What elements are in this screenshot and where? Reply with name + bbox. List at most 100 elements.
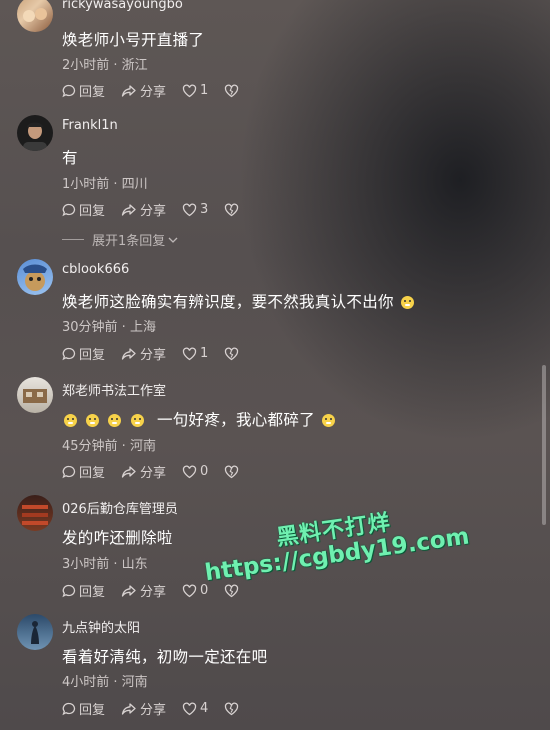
emoji-icon [130, 414, 144, 427]
dislike-button[interactable] [224, 465, 242, 479]
comment-actions: 回复 分享 1 [62, 344, 258, 363]
reply-icon [62, 465, 76, 478]
comment-username[interactable]: 九点钟的太阳 [62, 617, 140, 636]
comment-meta: 30分钟前 · 上海 [62, 320, 156, 335]
dislike-button[interactable] [224, 702, 242, 716]
emoji-icon [401, 296, 415, 309]
emoji-icon [86, 414, 100, 427]
expand-replies-button[interactable]: 展开1条回复 [62, 230, 179, 249]
share-label: 分享 [140, 585, 167, 600]
comment-text: 一句好疼，我心都碎了 [156, 411, 315, 429]
comment-actions: 回复 分享 0 [62, 462, 258, 481]
emoji-icon [108, 414, 122, 427]
share-button[interactable]: 分享 [121, 200, 166, 219]
avatar[interactable] [17, 377, 53, 413]
comment-meta: 3小时前 · 山东 [62, 557, 148, 572]
broken-heart-icon [225, 203, 239, 216]
reply-label: 回复 [79, 204, 106, 219]
like-count: 3 [200, 202, 209, 217]
comment-actions: 回复 分享 0 [62, 581, 258, 600]
comment-text: 发的咋还删除啦 [62, 529, 173, 547]
share-label: 分享 [140, 204, 167, 219]
comment-username[interactable]: rickywasayoungbo [62, 0, 183, 12]
comment-text: 焕老师这脸确实有辨识度，要不然我真认不出你 [62, 293, 394, 311]
divider [62, 239, 84, 240]
comment-username[interactable]: 026后勤仓库管理员 [62, 498, 178, 517]
comment-text: 有 [62, 149, 78, 167]
avatar[interactable] [17, 259, 53, 295]
like-button[interactable]: 4 [182, 701, 208, 716]
dislike-button[interactable] [224, 84, 242, 98]
like-button[interactable]: 1 [182, 83, 208, 98]
broken-heart-icon [225, 702, 239, 715]
comment-username[interactable]: Frankl1n [62, 118, 118, 133]
comment-meta: 4小时前 · 河南 [62, 675, 148, 690]
reply-button[interactable]: 回复 [62, 344, 105, 363]
reply-icon [62, 702, 76, 715]
reply-label: 回复 [79, 703, 106, 718]
like-count: 1 [200, 83, 209, 98]
comment-actions: 回复 分享 1 [62, 81, 258, 100]
expand-replies-label: 展开1条回复 [92, 234, 166, 249]
like-count: 4 [200, 701, 209, 716]
dislike-button[interactable] [224, 584, 242, 598]
comment-meta: 1小时前 · 四川 [62, 177, 148, 192]
avatar[interactable] [17, 614, 53, 650]
reply-button[interactable]: 回复 [62, 462, 105, 481]
comment-username[interactable]: cblook666 [62, 262, 129, 277]
avatar[interactable] [17, 115, 53, 151]
comment-text: 焕老师小号开直播了 [62, 31, 205, 49]
like-count: 0 [200, 464, 209, 479]
broken-heart-icon [225, 347, 239, 360]
comment-text: 看着好清纯，初吻一定还在吧 [62, 648, 268, 666]
share-label: 分享 [140, 348, 167, 363]
reply-button[interactable]: 回复 [62, 200, 105, 219]
share-label: 分享 [140, 466, 167, 481]
reply-label: 回复 [79, 466, 106, 481]
reply-label: 回复 [79, 85, 106, 100]
comment-actions: 回复 分享 3 [62, 200, 258, 219]
like-button[interactable]: 0 [182, 464, 208, 479]
share-button[interactable]: 分享 [121, 699, 166, 718]
reply-button[interactable]: 回复 [62, 699, 105, 718]
dislike-button[interactable] [224, 203, 242, 217]
share-label: 分享 [140, 85, 167, 100]
share-icon [121, 203, 136, 216]
comment-meta: 2小时前 · 浙江 [62, 58, 148, 73]
reply-icon [62, 584, 76, 597]
comment-meta: 45分钟前 · 河南 [62, 439, 156, 454]
heart-icon [182, 203, 197, 216]
like-button[interactable]: 3 [182, 202, 208, 217]
avatar[interactable] [17, 0, 53, 32]
comment-actions: 回复 分享 4 [62, 699, 258, 718]
share-button[interactable]: 分享 [121, 81, 166, 100]
share-icon [121, 584, 136, 597]
broken-heart-icon [225, 584, 239, 597]
broken-heart-icon [225, 465, 239, 478]
heart-icon [182, 347, 197, 360]
share-icon [121, 465, 136, 478]
broken-heart-icon [225, 84, 239, 97]
watermark: 黑料不打烊 https://cgbdy19.com [192, 493, 477, 587]
share-button[interactable]: 分享 [121, 581, 166, 600]
share-button[interactable]: 分享 [121, 344, 166, 363]
heart-icon [182, 702, 197, 715]
comment-text-wrap: 焕老师这脸确实有辨识度，要不然我真认不出你 [62, 290, 416, 312]
emoji-icon [64, 414, 77, 427]
heart-icon [182, 465, 197, 478]
like-button[interactable]: 1 [182, 346, 208, 361]
share-button[interactable]: 分享 [121, 462, 166, 481]
heart-icon [182, 584, 197, 597]
comment-username[interactable]: 郑老师书法工作室 [62, 380, 166, 399]
dislike-button[interactable] [224, 347, 242, 361]
reply-button[interactable]: 回复 [62, 581, 105, 600]
share-label: 分享 [140, 703, 167, 718]
reply-label: 回复 [79, 348, 106, 363]
emoji-icon [322, 414, 336, 427]
chevron-down-icon [168, 237, 178, 243]
avatar[interactable] [17, 495, 53, 531]
comment-text-wrap: 一句好疼，我心都碎了 [62, 408, 337, 430]
share-icon [121, 702, 136, 715]
scrollbar[interactable] [542, 365, 546, 525]
reply-button[interactable]: 回复 [62, 81, 105, 100]
